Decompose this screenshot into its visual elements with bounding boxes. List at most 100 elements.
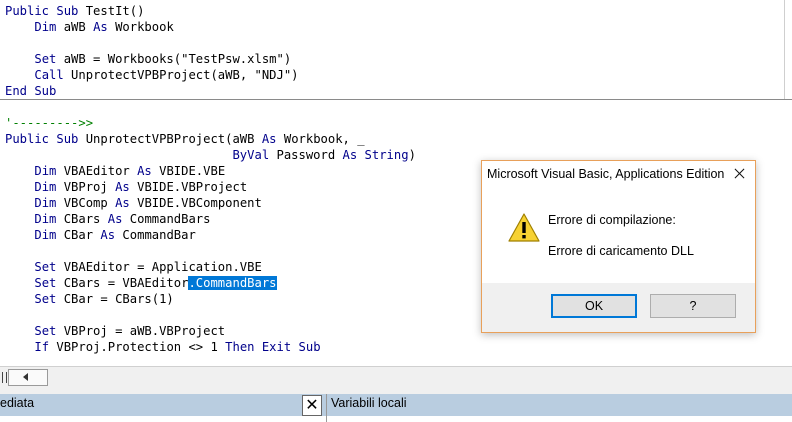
dialog-message-line2: Errore di caricamento DLL (548, 244, 694, 258)
code-keyword: As (137, 164, 152, 178)
code-line[interactable]: Dim VBComp As VBIDE.VBComponent (5, 195, 262, 211)
code-text: VBComp (56, 196, 116, 210)
code-text: CommandBar (115, 228, 196, 242)
code-text: VBIDE.VBE (151, 164, 226, 178)
code-keyword: Dim (34, 196, 57, 210)
locals-window-title: Variabili locali (331, 396, 407, 410)
code-line[interactable]: Set VBAEditor = Application.VBE (5, 259, 262, 275)
code-line[interactable]: Set CBar = CBars(1) (5, 291, 174, 307)
procedure-separator (0, 99, 792, 100)
code-comment: '--------->> (5, 116, 94, 130)
code-line[interactable]: '--------->> (5, 115, 93, 131)
locals-window[interactable]: Variabili locali (326, 394, 792, 422)
code-line[interactable]: Call UnprotectVPBProject(aWB, "NDJ") (5, 67, 299, 83)
dialog-message-line1: Errore di compilazione: (548, 213, 676, 227)
code-keyword: As (261, 132, 277, 146)
code-text: CBar (56, 228, 101, 242)
code-keyword: As (115, 180, 130, 194)
code-text: VBProj = aWB.VBProject (56, 324, 226, 338)
scroll-left-button[interactable] (8, 369, 48, 386)
code-text: CommandBars (122, 212, 211, 226)
code-text: TestIt() (85, 4, 145, 18)
split-handle[interactable] (2, 372, 7, 383)
code-line[interactable]: Public Sub UnprotectVPBProject(aWB As Wo… (5, 131, 365, 147)
code-keyword: ByVal (232, 148, 270, 162)
code-keyword: Set (34, 52, 57, 66)
code-text: VBIDE.VBComponent (129, 196, 262, 210)
code-line[interactable]: End Sub (5, 83, 56, 99)
help-button[interactable]: ? (650, 294, 736, 318)
code-line[interactable]: Dim VBAEditor As VBIDE.VBE (5, 163, 225, 179)
code-keyword: Set (34, 260, 57, 274)
code-keyword: Set (34, 292, 57, 306)
code-text: VBProj (56, 180, 116, 194)
code-text: aWB = Workbooks("TestPsw.xlsm") (56, 52, 292, 66)
code-line[interactable]: Dim aWB As Workbook (5, 19, 174, 35)
immediate-window-title: ediata (0, 396, 35, 410)
selected-code-text: .CommandBars (188, 276, 277, 290)
code-text: aWB (56, 20, 94, 34)
code-keyword: Then Exit Sub (225, 340, 321, 354)
immediate-window-header: ediata ✕ (0, 394, 326, 416)
code-keyword: Dim (34, 228, 57, 242)
code-text: VBAEditor = Application.VBE (56, 260, 262, 274)
code-keyword: Dim (34, 180, 57, 194)
code-text: ) (408, 148, 416, 162)
code-text: VBIDE.VBProject (129, 180, 248, 194)
dialog-title: Microsoft Visual Basic, Applications Edi… (487, 167, 725, 181)
code-keyword: As (107, 212, 123, 226)
code-keyword: As (100, 228, 116, 242)
code-line[interactable]: Dim VBProj As VBIDE.VBProject (5, 179, 247, 195)
pane-divider (0, 387, 792, 394)
code-line[interactable]: Set CBars = VBAEditor.CommandBars (5, 275, 277, 291)
code-keyword: Set (34, 276, 57, 290)
immediate-close-button[interactable]: ✕ (302, 395, 322, 416)
code-text: CBars = VBAEditor (56, 276, 189, 290)
code-line[interactable]: Set VBProj = aWB.VBProject (5, 323, 225, 339)
code-line[interactable]: Set aWB = Workbooks("TestPsw.xlsm") (5, 51, 291, 67)
code-text: UnprotectVPBProject(aWB, "NDJ") (63, 68, 299, 82)
dialog-footer: OK ? (482, 283, 755, 332)
code-line[interactable]: Dim CBars As CommandBars (5, 211, 211, 227)
code-keyword: Dim (34, 164, 57, 178)
horizontal-scrollbar[interactable] (0, 366, 792, 387)
code-keyword: Public Sub (5, 4, 86, 18)
code-text: CBars (56, 212, 108, 226)
code-text: VBProj.Protection <> 1 (49, 340, 226, 354)
code-line[interactable]: Dim CBar As CommandBar (5, 227, 196, 243)
code-text: UnprotectVPBProject(aWB (85, 132, 262, 146)
code-text: Workbook, _ (276, 132, 365, 146)
code-keyword: Dim (34, 20, 57, 34)
code-keyword: If (34, 340, 50, 354)
immediate-window[interactable]: ediata ✕ (0, 394, 326, 422)
code-keyword: Set (34, 324, 57, 338)
code-line[interactable]: ByVal Password As String) (5, 147, 416, 163)
code-keyword: Call (34, 68, 64, 82)
code-text: CBar = CBars(1) (56, 292, 174, 306)
warning-icon (508, 213, 540, 243)
locals-window-header: Variabili locali (327, 394, 792, 416)
code-line[interactable]: If VBProj.Protection <> 1 Then Exit Sub (5, 339, 321, 355)
ok-button[interactable]: OK (551, 294, 637, 318)
code-keyword: As (93, 20, 108, 34)
code-keyword: As String (342, 148, 409, 162)
code-keyword: Dim (34, 212, 57, 226)
code-text: Workbook (107, 20, 174, 34)
error-dialog: Microsoft Visual Basic, Applications Edi… (481, 160, 756, 333)
code-line[interactable]: Public Sub TestIt() (5, 3, 144, 19)
dialog-close-button[interactable] (729, 164, 749, 184)
